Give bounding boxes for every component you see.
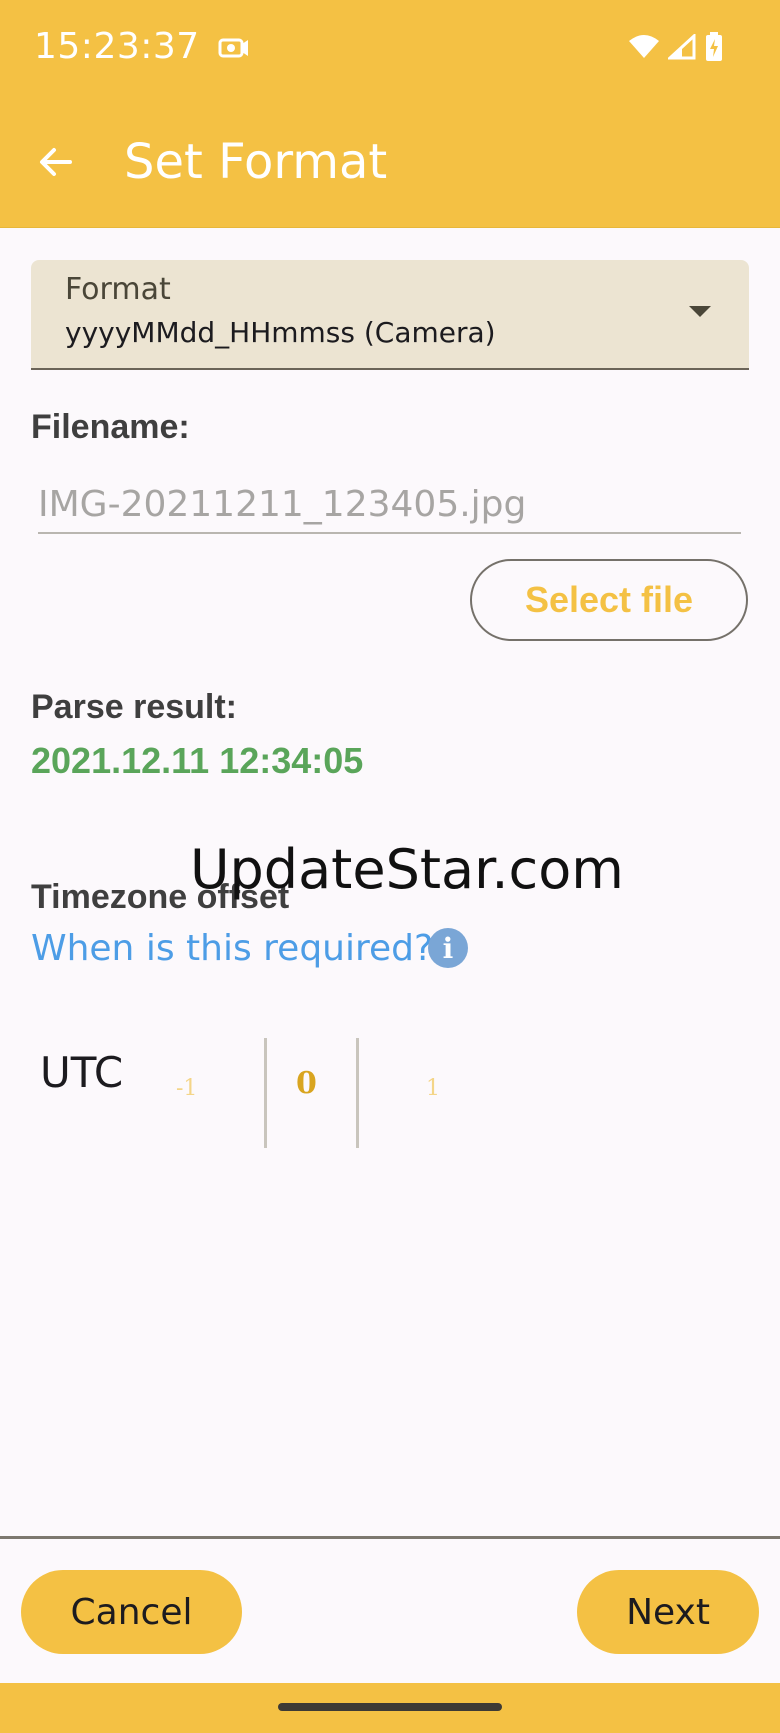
format-value: yyyyMMdd_HHmmss (Camera) <box>65 316 496 349</box>
status-bar: 15:23:37 <box>0 0 780 96</box>
parse-result-value: 2021.12.11 12:34:05 <box>31 740 364 781</box>
status-time: 15:23:37 <box>34 26 200 67</box>
battery-charging-icon <box>706 32 722 61</box>
next-button[interactable]: Next <box>577 1570 759 1654</box>
picker-next-value[interactable]: 1 <box>426 1076 440 1101</box>
bottom-divider <box>0 1536 780 1539</box>
filename-label: Filename: <box>31 408 190 446</box>
main-content: Format yyyyMMdd_HHmmss (Camera) Filename… <box>0 228 780 1538</box>
cancel-button[interactable]: Cancel <box>21 1570 242 1654</box>
page-title: Set Format <box>124 134 388 190</box>
timezone-offset-label: Timezone offset <box>31 878 290 916</box>
picker-prev-value[interactable]: -1 <box>176 1076 197 1101</box>
info-icon[interactable]: i <box>428 928 468 968</box>
wifi-icon <box>629 35 659 58</box>
caret-down-icon <box>689 306 711 317</box>
picker-divider-right <box>356 1038 359 1148</box>
timezone-offset-picker[interactable]: -1 0 1 <box>150 1038 470 1148</box>
format-dropdown[interactable]: Format yyyyMMdd_HHmmss (Camera) <box>31 260 749 370</box>
photo-notification-icon <box>218 38 248 58</box>
app-bar: Set Format <box>0 96 780 228</box>
parse-result-label: Parse result: <box>31 688 237 726</box>
cell-signal-icon <box>668 34 696 60</box>
filename-input[interactable] <box>38 476 741 534</box>
back-button[interactable] <box>30 136 82 188</box>
picker-current-value[interactable]: 0 <box>296 1066 317 1101</box>
status-icons <box>628 32 724 62</box>
timezone-help-link[interactable]: When is this required? <box>31 928 433 969</box>
picker-divider-left <box>264 1038 267 1148</box>
navigation-bar <box>0 1683 780 1733</box>
format-label: Format <box>65 272 171 307</box>
utc-label: UTC <box>40 1048 124 1097</box>
arrow-back-icon <box>40 148 72 176</box>
gesture-handle[interactable] <box>278 1703 502 1711</box>
select-file-button[interactable]: Select file <box>470 559 748 641</box>
